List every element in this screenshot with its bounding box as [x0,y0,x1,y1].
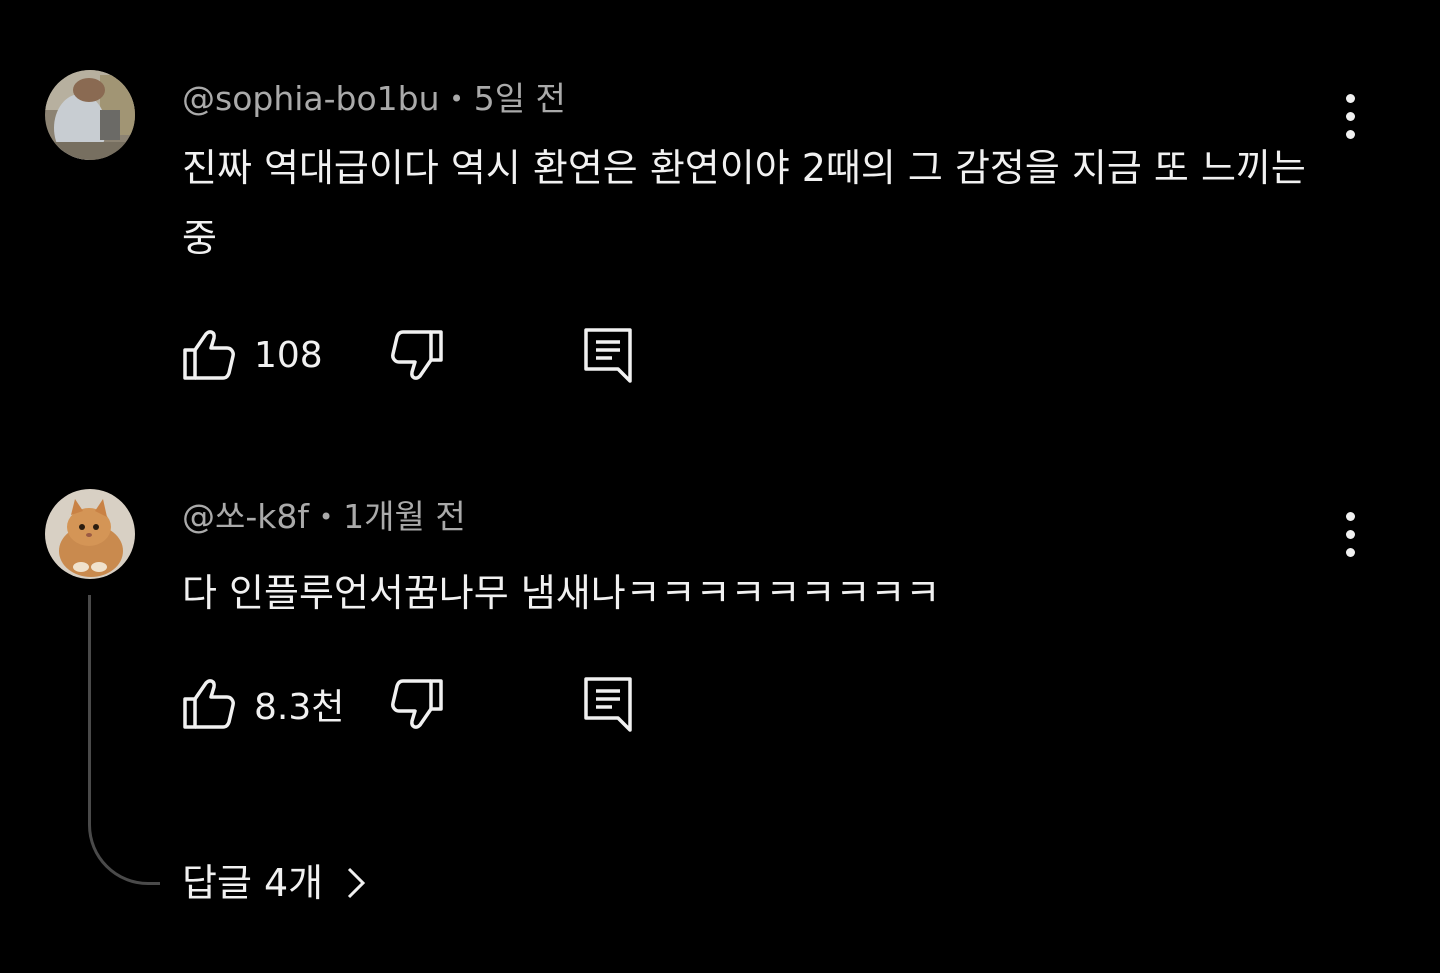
like-count: 8.3천 [254,687,345,728]
comment-author[interactable]: @sophia-bo1bu [182,79,440,118]
separator-dot: • [319,503,334,531]
cat-photo-avatar [45,489,135,579]
chevron-right-icon [348,867,366,899]
comment-meta: @sophia-bo1bu • 5일 전 [182,79,566,119]
like-button[interactable]: 8.3천 [180,676,344,732]
thumbs-down-icon [391,679,443,729]
thread-connector-line [88,595,160,885]
thumbs-down-icon [391,330,443,380]
reply-button[interactable] [580,676,636,732]
comment-time: 5일 전 [473,79,566,118]
user-avatar[interactable] [45,489,135,579]
thumbs-up-icon [183,330,235,380]
dislike-button[interactable] [390,327,446,383]
comment-time: 1개월 전 [343,497,466,536]
like-count: 108 [254,334,323,376]
more-vertical-icon[interactable] [1325,86,1375,146]
comment-text: 다 인플루언서꿈나무 냄새나ㅋㅋㅋㅋㅋㅋㅋㅋㅋ [182,571,941,615]
replies-label: 답글 4개 [182,861,324,905]
like-button[interactable]: 108 [180,327,323,383]
comment-meta: @쏘-k8f • 1개월 전 [182,497,466,537]
reply-icon [584,328,632,383]
comment-item: @sophia-bo1bu • 5일 전 진짜 역대급이다 역시 환연은 환연이야 … [0,0,1440,440]
reply-button[interactable] [580,327,636,383]
dislike-button[interactable] [390,676,446,732]
reply-icon [584,677,632,732]
comment-text: 진짜 역대급이다 역시 환연은 환연이야 2때의 그 감정을 지금 또 느끼는중 [182,146,1306,260]
comment-author[interactable]: @쏘-k8f [182,497,309,536]
user-avatar[interactable] [45,70,135,160]
person-photo-avatar [45,70,135,160]
separator-dot: • [449,85,464,113]
more-vertical-icon[interactable] [1325,504,1375,564]
thumbs-up-icon [183,679,235,729]
view-replies-button[interactable]: 답글 4개 [182,858,367,908]
